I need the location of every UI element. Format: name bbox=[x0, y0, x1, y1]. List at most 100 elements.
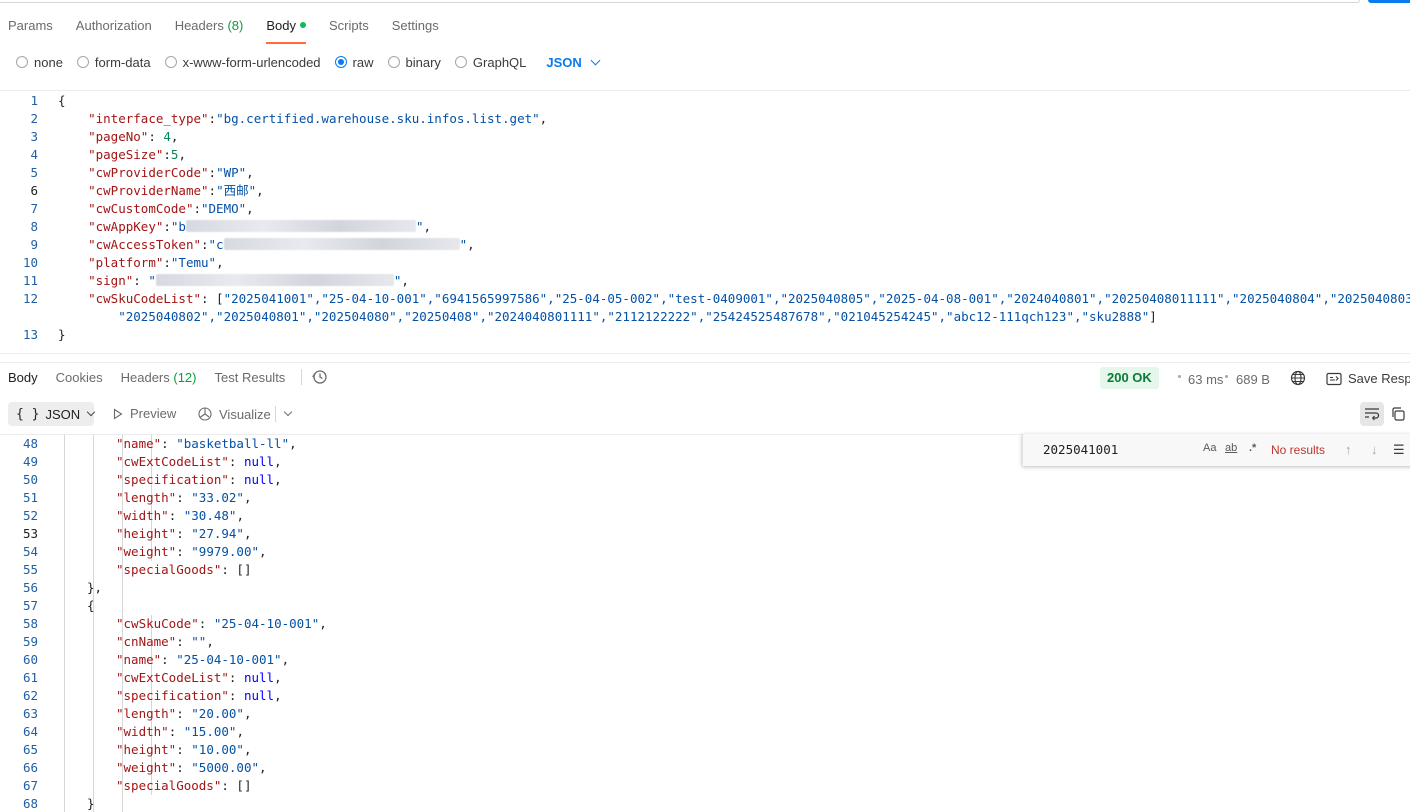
chevron-down-icon bbox=[86, 407, 96, 417]
code-text: "cwCustomCode":"DEMO", bbox=[88, 201, 254, 216]
json-value: "WP" bbox=[216, 165, 247, 180]
response-time[interactable]: 63 ms bbox=[1188, 372, 1223, 387]
wrap-lines-button[interactable] bbox=[1360, 402, 1384, 426]
code-text: "weight": "5000.00", bbox=[116, 760, 267, 775]
json-key: "length" bbox=[116, 706, 177, 721]
divider bbox=[275, 406, 276, 422]
json-key: "name" bbox=[116, 652, 162, 667]
punctuation: , bbox=[206, 634, 214, 649]
code-text: } bbox=[87, 795, 95, 812]
response-tabs: Body Cookies Headers (12) Test Results bbox=[0, 369, 328, 385]
json-key: "platform" bbox=[88, 255, 164, 270]
code-text: "cwSkuCodeList": ["2025041001","25-04-10… bbox=[58, 290, 1410, 308]
save-response-button[interactable]: Save Resp bbox=[1326, 371, 1410, 386]
indent-guide bbox=[93, 435, 94, 812]
braces-icon: { } bbox=[16, 406, 40, 422]
line-number: 8 bbox=[30, 219, 38, 234]
brace: { bbox=[58, 93, 66, 108]
line-number: 66 bbox=[22, 760, 38, 775]
tab-label: Headers bbox=[120, 369, 170, 385]
history-icon[interactable] bbox=[312, 369, 328, 385]
radio-icon[interactable] bbox=[387, 56, 400, 68]
tab-body[interactable]: Body bbox=[266, 12, 306, 44]
redacted-value bbox=[223, 238, 460, 250]
json-value: "30.48" bbox=[183, 508, 237, 523]
headers-count: (12) bbox=[173, 369, 197, 385]
response-tab-test-results[interactable]: Test Results bbox=[215, 370, 286, 385]
radio-icon[interactable] bbox=[164, 56, 177, 68]
radio-label: binary bbox=[405, 54, 441, 70]
code-text: "width": "30.48", bbox=[116, 508, 244, 523]
brace: } bbox=[58, 327, 66, 342]
find-input[interactable]: 2025041001 bbox=[1043, 441, 1283, 459]
request-body-editor[interactable]: 1 { 2 "interface_type":"bg.certified.ware… bbox=[0, 90, 1410, 354]
line-number: 59 bbox=[22, 634, 38, 649]
preview-button[interactable]: Preview bbox=[112, 406, 176, 421]
json-key: "height" bbox=[116, 526, 177, 541]
line-number: 62 bbox=[22, 688, 38, 703]
line-number: 9 bbox=[30, 237, 38, 252]
divider bbox=[1225, 375, 1228, 378]
code-text: "specialGoods": [] bbox=[116, 778, 252, 793]
tab-settings[interactable]: Settings bbox=[392, 12, 439, 44]
body-type-none[interactable]: none bbox=[16, 55, 63, 70]
body-type-urlencoded[interactable]: x-www-form-urlencoded bbox=[164, 55, 321, 70]
line-number: 65 bbox=[22, 742, 38, 757]
response-body-editor[interactable]: 48 "name": "basketball-ll", 49 "cwExtCodeLi… bbox=[0, 434, 1410, 812]
response-tab-headers[interactable]: Headers (12) bbox=[121, 370, 197, 385]
tab-authorization[interactable]: Authorization bbox=[76, 12, 152, 44]
body-type-binary[interactable]: binary bbox=[387, 54, 441, 70]
radio-label: form-data bbox=[94, 54, 151, 70]
visualize-icon bbox=[198, 407, 212, 421]
code-text: "cwProviderName":"西邮", bbox=[88, 183, 264, 198]
body-type-graphql[interactable]: GraphQL bbox=[454, 55, 526, 70]
body-language-select[interactable]: JSON bbox=[546, 55, 601, 70]
brace: } bbox=[87, 796, 95, 811]
radio-icon[interactable] bbox=[454, 56, 467, 68]
tab-label: Params bbox=[8, 18, 53, 33]
radio-icon[interactable] bbox=[76, 56, 89, 68]
arrow-down-icon[interactable]: ↓ bbox=[1371, 442, 1378, 457]
line-number: 52 bbox=[22, 508, 38, 523]
radio-icon[interactable] bbox=[16, 56, 28, 68]
preview-label: Preview bbox=[130, 406, 177, 421]
globe-icon[interactable] bbox=[1290, 370, 1306, 386]
response-tab-body[interactable]: Body bbox=[8, 370, 38, 385]
send-button[interactable] bbox=[1368, 0, 1410, 3]
chevron-down-icon[interactable] bbox=[283, 407, 293, 417]
json-value: "9979.00" bbox=[191, 544, 260, 559]
line-number: 54 bbox=[22, 544, 38, 559]
tab-scripts[interactable]: Scripts bbox=[329, 12, 369, 44]
json-key: "length" bbox=[116, 490, 177, 505]
url-bar[interactable] bbox=[0, 0, 1360, 3]
json-value: null bbox=[243, 454, 275, 469]
tab-headers[interactable]: Headers (8) bbox=[175, 12, 244, 44]
json-key: "cwExtCodeList" bbox=[116, 454, 229, 469]
json-value: "bg.certified.warehouse.sku.infos.list.g… bbox=[216, 111, 540, 126]
visualize-button[interactable]: Visualize bbox=[197, 406, 271, 422]
json-key: "cwCustomCode" bbox=[88, 201, 194, 216]
request-tabs: Params Authorization Headers (8) Body Sc… bbox=[0, 12, 454, 44]
radio-checked-icon[interactable] bbox=[334, 56, 347, 68]
response-size[interactable]: 689 B bbox=[1236, 372, 1270, 387]
copy-icon[interactable] bbox=[1390, 406, 1406, 422]
match-case-toggle[interactable]: Aa bbox=[1203, 442, 1216, 454]
arrow-up-icon[interactable]: ↑ bbox=[1345, 442, 1352, 457]
menu-icon[interactable]: ☰ bbox=[1393, 442, 1405, 458]
response-tab-cookies[interactable]: Cookies bbox=[56, 370, 103, 385]
visualize-label: Visualize bbox=[219, 406, 271, 422]
regex-toggle[interactable]: .* bbox=[1249, 442, 1256, 454]
tab-params[interactable]: Params bbox=[8, 12, 53, 44]
json-key: "pageNo" bbox=[88, 129, 149, 144]
json-value: "2025040802","2025040801","202504080","2… bbox=[118, 309, 1150, 324]
body-type-form-data[interactable]: form-data bbox=[76, 54, 151, 70]
redacted-value bbox=[185, 220, 416, 232]
code-text: "pageNo": 4, bbox=[88, 129, 179, 144]
json-key: "width" bbox=[116, 508, 169, 523]
body-type-raw[interactable]: raw bbox=[334, 55, 374, 70]
response-format-select[interactable]: { } JSON bbox=[8, 402, 96, 426]
status-badge[interactable]: 200 OK bbox=[1100, 367, 1159, 389]
whole-word-toggle[interactable]: ab bbox=[1225, 442, 1237, 454]
json-value: [] bbox=[236, 562, 252, 577]
wrap-icon bbox=[1365, 408, 1380, 421]
